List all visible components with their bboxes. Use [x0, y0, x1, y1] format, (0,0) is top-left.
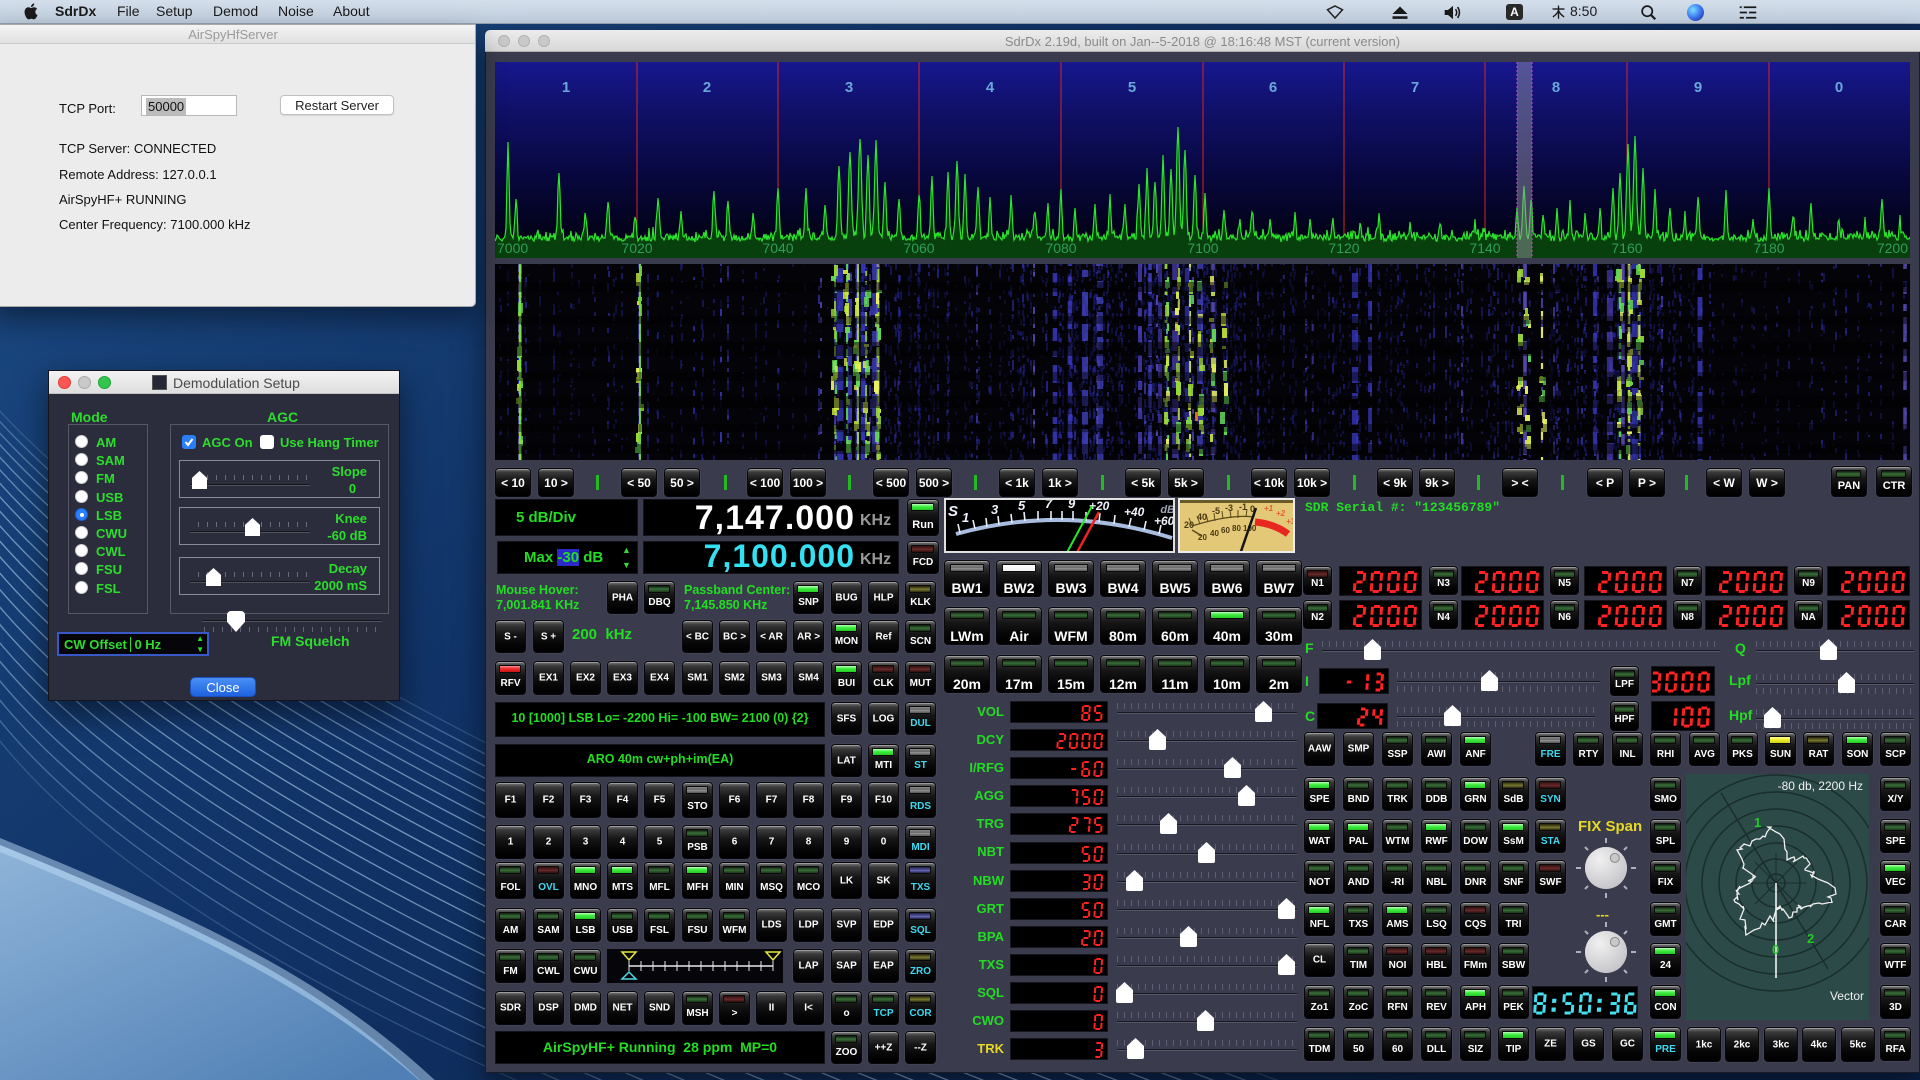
svg-text:20: 20	[1198, 533, 1207, 542]
svg-text:-5: -5	[1212, 506, 1220, 516]
svg-text:5: 5	[1018, 498, 1026, 513]
svg-text:+20: +20	[1089, 499, 1110, 513]
svg-text:7200: 7200	[1877, 240, 1908, 256]
svg-text:3: 3	[991, 502, 999, 517]
svg-text:-3: -3	[1225, 503, 1233, 513]
svg-text:+40: +40	[1124, 505, 1145, 519]
svg-text:8: 8	[1552, 79, 1560, 96]
svg-text:1: 1	[1754, 815, 1761, 830]
svg-text:dB: dB	[1160, 504, 1175, 516]
svg-text:9: 9	[1694, 79, 1702, 96]
svg-text:7: 7	[1045, 498, 1053, 511]
svg-text:9: 9	[1068, 498, 1076, 511]
svg-text:0: 0	[1835, 79, 1843, 96]
svg-text:Vector: Vector	[1830, 989, 1864, 1003]
svg-text:7: 7	[1411, 79, 1419, 96]
svg-text:2: 2	[1807, 931, 1814, 946]
svg-text:7160: 7160	[1611, 240, 1642, 256]
svg-text:7040: 7040	[762, 240, 793, 256]
svg-text:+2: +2	[1276, 509, 1286, 518]
svg-text:4: 4	[986, 79, 995, 96]
svg-text:+60: +60	[1154, 514, 1175, 528]
svg-text:20: 20	[1184, 520, 1194, 530]
svg-text:+1: +1	[1264, 504, 1274, 513]
svg-text:+3: +3	[1286, 517, 1295, 526]
svg-text:40: 40	[1210, 529, 1219, 538]
svg-text:3: 3	[845, 79, 853, 96]
svg-text:7080: 7080	[1045, 240, 1076, 256]
svg-text:7180: 7180	[1753, 240, 1784, 256]
svg-text:6: 6	[1269, 79, 1277, 96]
svg-text:S: S	[948, 503, 958, 520]
svg-text:40: 40	[1197, 512, 1207, 522]
svg-text:-80 db, 2200 Hz: -80 db, 2200 Hz	[1778, 779, 1863, 793]
svg-text:60: 60	[1221, 526, 1230, 535]
svg-text:7120: 7120	[1328, 240, 1359, 256]
svg-text:5: 5	[1128, 79, 1136, 96]
svg-text:-1: -1	[1239, 502, 1247, 512]
svg-text:7000: 7000	[497, 240, 528, 256]
svg-text:1: 1	[962, 510, 969, 525]
svg-text:80: 80	[1232, 524, 1241, 533]
svg-text:7100: 7100	[1187, 240, 1218, 256]
svg-text:2: 2	[703, 79, 711, 96]
svg-text:7020: 7020	[621, 240, 652, 256]
svg-text:7060: 7060	[903, 240, 934, 256]
svg-text:7140: 7140	[1469, 240, 1500, 256]
svg-text:1: 1	[562, 79, 570, 96]
svg-text:0: 0	[1772, 942, 1779, 957]
